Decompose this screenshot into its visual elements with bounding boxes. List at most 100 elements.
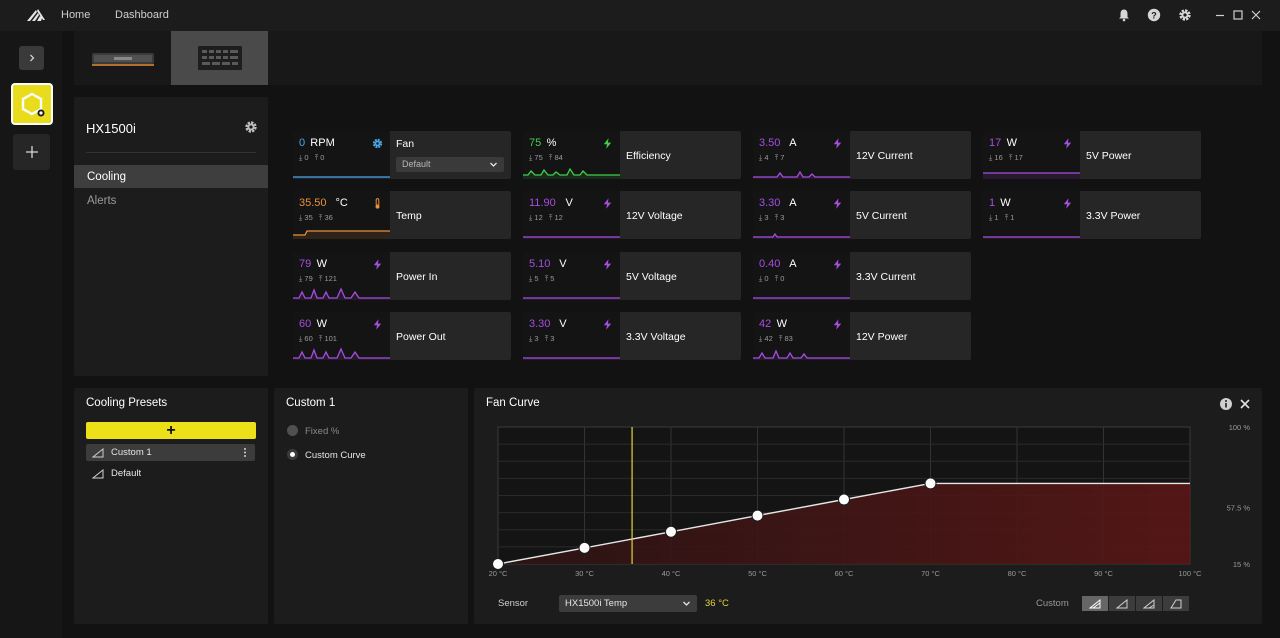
lightning-icon bbox=[603, 198, 612, 209]
sensor-label: 12V Voltage bbox=[626, 210, 683, 222]
sensor-tile-5v-voltage[interactable]: 5.10 V ⤓ 5 ⤒ 5 5V Voltage bbox=[523, 252, 741, 300]
lightning-icon bbox=[1063, 138, 1072, 149]
lightning-icon bbox=[833, 198, 842, 209]
sensor-tile-5v-power[interactable]: 17 W ⤓ 16 ⤒ 17 5V Power bbox=[983, 131, 1201, 179]
device-menu-panel bbox=[74, 97, 268, 376]
preset-item-default[interactable]: Default bbox=[86, 465, 255, 482]
preset-item-custom-1[interactable]: Custom 1 bbox=[86, 444, 255, 461]
sensor-unit: W bbox=[316, 258, 327, 270]
sensor-label: 3.3V Power bbox=[1086, 210, 1141, 222]
sensor-tile-efficiency[interactable]: 75% ⤓ 75 ⤒ 84 Efficiency bbox=[523, 131, 741, 179]
more-options-icon[interactable] bbox=[243, 447, 247, 458]
sensor-tile-fan[interactable]: 0 RPM ⤓ 0 ⤒ 0 Fan Default bbox=[293, 131, 511, 179]
sensor-label: 5V Voltage bbox=[626, 271, 677, 283]
sensor-tile-power-out[interactable]: 60 W ⤓ 60 ⤒ 101 Power Out bbox=[293, 312, 511, 360]
add-device-button[interactable] bbox=[13, 134, 50, 170]
sensor-tile-12v-voltage[interactable]: 11.90 V ⤓ 12 ⤒ 12 12V Voltage bbox=[523, 191, 741, 239]
sensor-sparkline bbox=[753, 349, 850, 360]
radio-fixed-percent[interactable] bbox=[287, 425, 298, 436]
curve-point[interactable] bbox=[578, 541, 591, 554]
sensor-sparkline bbox=[293, 287, 390, 300]
x-tick-label: 70 °C bbox=[921, 569, 940, 578]
add-preset-button[interactable]: + bbox=[86, 422, 256, 439]
sensor-value: 0 bbox=[299, 137, 306, 149]
curve-point[interactable] bbox=[751, 509, 764, 522]
lightning-icon bbox=[603, 259, 612, 270]
bell-icon[interactable] bbox=[1117, 8, 1131, 22]
fan-curve-chart[interactable]: 20 °C 30 °C 40 °C 50 °C 60 °C 70 °C 80 °C 90 °C… bbox=[474, 415, 1262, 585]
fan-curve-title: Fan Curve bbox=[486, 397, 540, 409]
close-window-icon[interactable] bbox=[1249, 8, 1263, 22]
sensor-value: 42 bbox=[759, 318, 772, 330]
lightning-icon bbox=[373, 259, 382, 270]
chevron-down-icon bbox=[683, 601, 690, 606]
x-tick-label: 100 °C bbox=[1178, 569, 1202, 578]
expand-sidebar-button[interactable] bbox=[19, 46, 44, 70]
fan-mode-select[interactable]: Default bbox=[396, 157, 504, 172]
curve-mode-1-button[interactable] bbox=[1082, 596, 1108, 611]
minimize-icon[interactable] bbox=[1213, 8, 1227, 22]
curve-point[interactable] bbox=[924, 477, 937, 490]
svg-text:?: ? bbox=[1151, 10, 1157, 20]
sensor-unit: W bbox=[776, 318, 787, 330]
menu-item-alerts[interactable]: Alerts bbox=[87, 195, 116, 207]
sensor-tile-5v-current[interactable]: 3.30 A ⤓ 3 ⤒ 3 5V Current bbox=[753, 191, 971, 239]
sensor-tile-12v-power[interactable]: 42 W ⤓ 42 ⤒ 83 12V Power bbox=[753, 312, 971, 360]
sensor-tile-3v3-voltage[interactable]: 3.30 V ⤓ 3 ⤒ 3 3.3V Voltage bbox=[523, 312, 741, 360]
sensor-label: Fan bbox=[396, 138, 415, 150]
nav-dashboard[interactable]: Dashboard bbox=[115, 9, 169, 21]
sensor-unit: V bbox=[565, 197, 573, 209]
title-bar bbox=[0, 0, 1280, 31]
curve-point[interactable] bbox=[838, 493, 850, 506]
app-window: Home Dashboard ? HX1500i Cooling Alerts … bbox=[0, 0, 1280, 638]
device-thumb-psu[interactable] bbox=[171, 31, 268, 85]
nav-home[interactable]: Home bbox=[61, 9, 90, 21]
curve-point[interactable] bbox=[665, 525, 677, 538]
sensor-tile-3v3-current[interactable]: 0.40 A ⤓ 0 ⤒ 0 3.3V Current bbox=[753, 252, 971, 300]
sensor-sparkline bbox=[293, 230, 390, 239]
radio-custom-curve[interactable] bbox=[287, 449, 298, 460]
curve-steep-icon bbox=[1089, 598, 1101, 608]
info-icon[interactable] bbox=[1219, 397, 1233, 411]
x-tick-label: 60 °C bbox=[835, 569, 854, 578]
sensor-value: 5.10 bbox=[529, 258, 551, 270]
x-tick-label: 80 °C bbox=[1008, 569, 1027, 578]
help-icon[interactable]: ? bbox=[1147, 8, 1161, 22]
y-tick-label: 100 % bbox=[1229, 423, 1251, 432]
maximize-icon[interactable] bbox=[1231, 8, 1245, 22]
sensor-value: 3.30 bbox=[759, 197, 781, 209]
close-panel-icon[interactable] bbox=[1238, 397, 1252, 411]
sensor-select[interactable]: HX1500i Temp bbox=[559, 595, 697, 612]
device-thumb-ram[interactable] bbox=[74, 31, 171, 85]
radio-fixed-percent-label: Fixed % bbox=[305, 426, 340, 437]
x-tick-label: 20 °C bbox=[489, 569, 508, 578]
sensor-tile-temp[interactable]: 35.50 °C ⤓ 35 ⤒ 36 Temp bbox=[293, 191, 511, 239]
sensor-unit: W bbox=[1006, 137, 1017, 149]
device-settings-gear-icon[interactable] bbox=[244, 120, 258, 134]
sensor-value: 3.30 bbox=[529, 318, 551, 330]
menu-item-cooling[interactable]: Cooling bbox=[74, 165, 268, 188]
sensor-sparkline bbox=[523, 357, 620, 360]
sensor-sparkline bbox=[523, 236, 620, 239]
device-button-hx1500i[interactable] bbox=[11, 83, 53, 125]
curve-mode-4-button[interactable] bbox=[1163, 596, 1189, 611]
x-tick-label: 40 °C bbox=[662, 569, 681, 578]
curve-mode-3-button[interactable] bbox=[1136, 596, 1162, 611]
corsair-logo-icon bbox=[27, 9, 45, 21]
curve-point[interactable] bbox=[492, 558, 504, 570]
sensor-select-value: HX1500i Temp bbox=[565, 598, 628, 609]
x-tick-label: 90 °C bbox=[1094, 569, 1113, 578]
sensor-tile-3v3-power[interactable]: 1 W ⤓ 1 ⤒ 1 3.3V Power bbox=[983, 191, 1201, 239]
curve-mode-2-button[interactable] bbox=[1109, 596, 1135, 611]
lightning-icon bbox=[1063, 198, 1072, 209]
sensor-unit: % bbox=[546, 137, 557, 149]
sensor-value: 35.50 bbox=[299, 197, 327, 209]
sensor-label: 12V Power bbox=[856, 331, 908, 343]
sensor-value: 11.90 bbox=[529, 197, 556, 209]
sensor-value: 60 bbox=[299, 318, 312, 330]
settings-gear-icon[interactable] bbox=[1178, 8, 1192, 22]
sensor-value: 1 bbox=[989, 197, 996, 209]
sensor-tile-power-in[interactable]: 79 W ⤓ 79 ⤒ 121 Power In bbox=[293, 252, 511, 300]
sensor-tile-12v-current[interactable]: 3.50 A ⤓ 4 ⤒ 7 12V Current bbox=[753, 131, 971, 179]
sensor-unit: V bbox=[559, 258, 567, 270]
